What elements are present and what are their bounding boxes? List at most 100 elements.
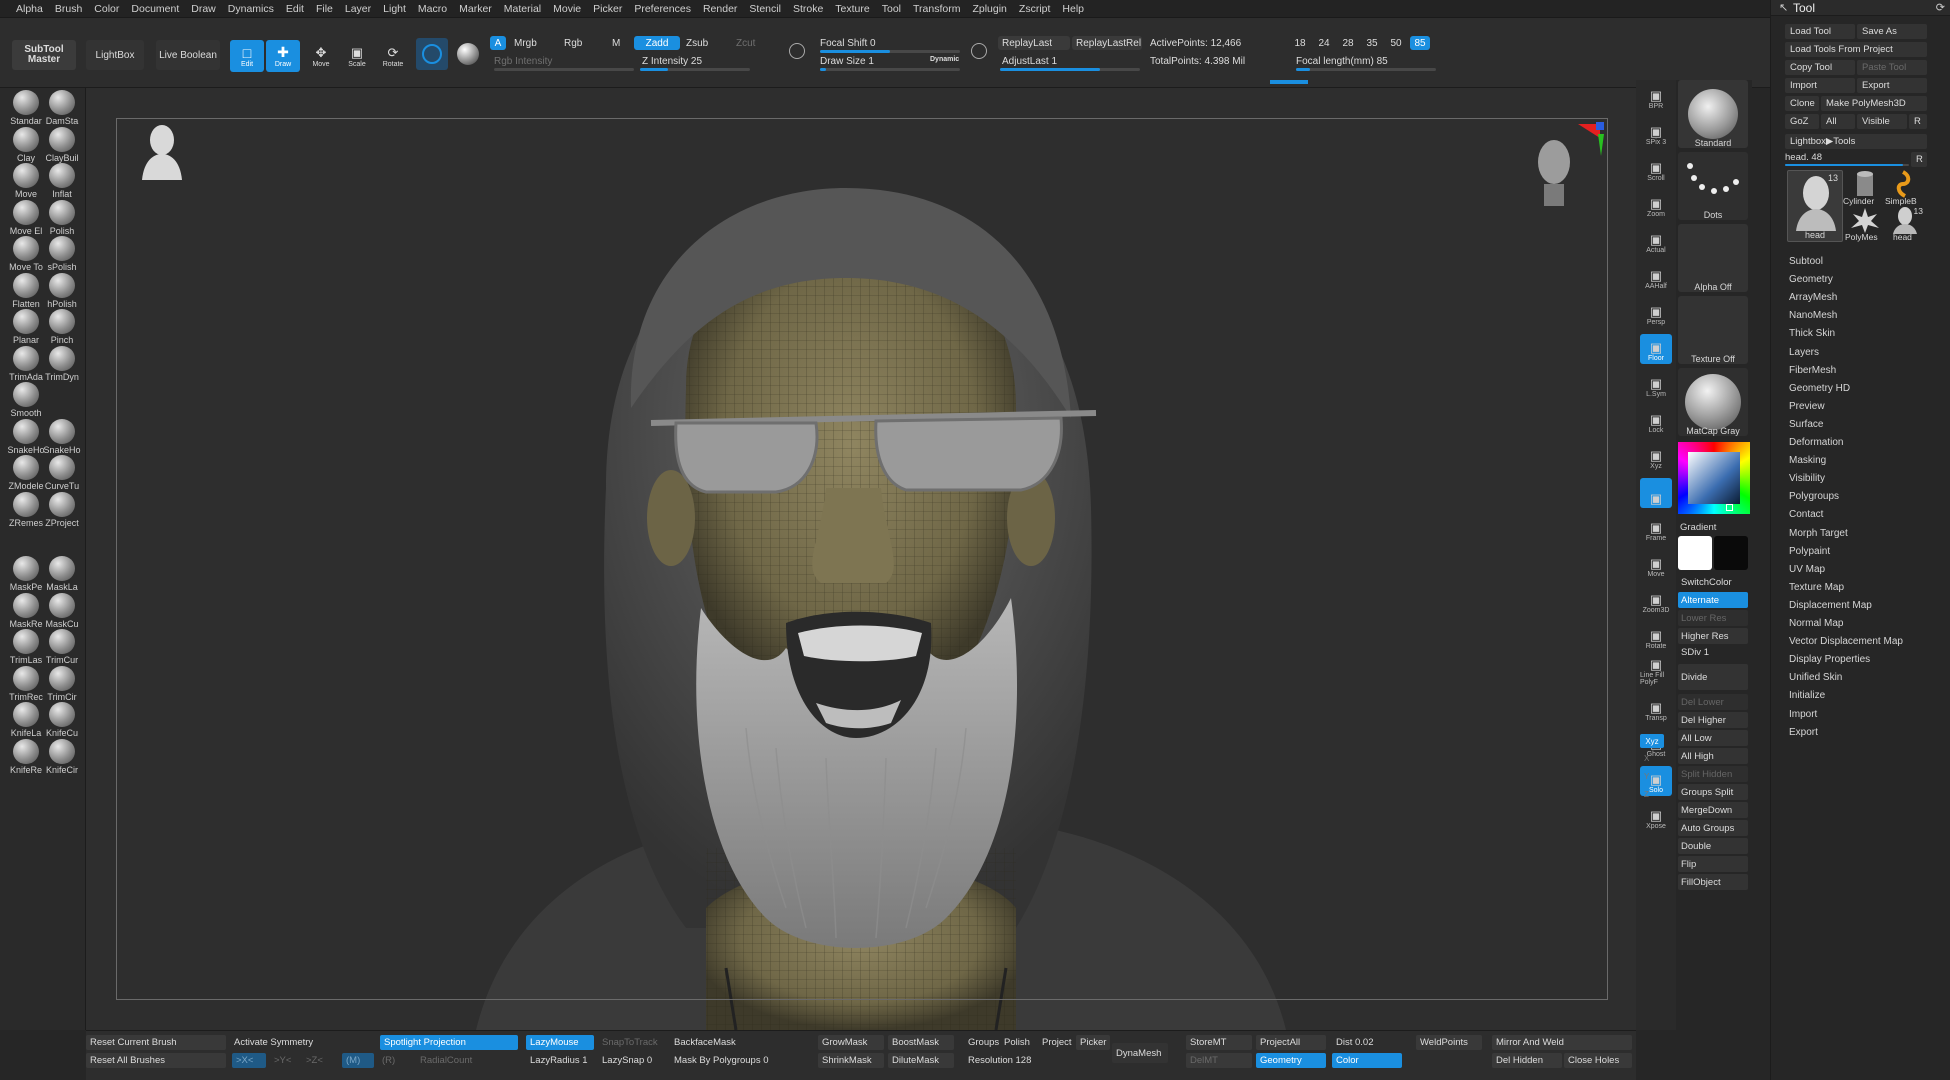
z-symmetry-toggle[interactable]: >Z< (302, 1053, 332, 1068)
tool-section-normal-map[interactable]: Normal Map (1789, 618, 1843, 629)
menu-item-zplugin[interactable]: Zplugin (966, 3, 1012, 15)
dilute-mask-button[interactable]: DiluteMask (888, 1053, 954, 1068)
brush-shape-button[interactable] (416, 38, 448, 70)
brush-move-el[interactable]: Move El (8, 199, 44, 236)
make-polymesh-button[interactable]: Make PolyMesh3D (1821, 96, 1927, 111)
grow-mask-button[interactable]: GrowMask (818, 1035, 884, 1050)
zcut-button[interactable]: Zcut (736, 38, 755, 49)
merge-down-button[interactable]: MergeDown (1678, 802, 1748, 818)
focal-preset-18[interactable]: 18 (1290, 36, 1310, 50)
xyz-toggle[interactable]: Xyz (1640, 734, 1664, 748)
radial-count-slider[interactable]: RadialCount (416, 1053, 496, 1068)
brush-hpolish[interactable]: hPolish (44, 272, 80, 309)
brush-standar[interactable]: Standar (8, 90, 44, 126)
mrgb-button[interactable]: Mrgb (514, 38, 537, 49)
brush-flatten[interactable]: Flatten (8, 272, 44, 309)
spotlight-projection-button[interactable]: Spotlight Projection (380, 1035, 518, 1050)
menu-item-render[interactable]: Render (697, 3, 743, 15)
material-sphere-button[interactable] (452, 38, 484, 70)
brush-damsta[interactable]: DamSta (44, 90, 80, 126)
adjust-last-slider[interactable]: AdjustLast 1 (1002, 56, 1057, 67)
resolution-slider[interactable]: Resolution 128 (964, 1053, 1064, 1068)
focal-length-slider[interactable]: Focal length(mm) 85 (1296, 56, 1388, 67)
shelf-button-aahalf[interactable]: ▣ AAHalf (1640, 262, 1672, 292)
sdiv-slider[interactable]: SDiv 1 (1678, 644, 1748, 660)
visible-button[interactable]: Visible (1857, 114, 1907, 129)
boost-mask-button[interactable]: BoostMask (888, 1035, 954, 1050)
focal-preset-28[interactable]: 28 (1338, 36, 1358, 50)
shelf-button-line-fill-polyf[interactable]: ▣ Line Fill PolyF (1640, 658, 1672, 688)
picker-button[interactable]: Picker (1076, 1035, 1110, 1050)
polish-toggle[interactable]: Polish (1000, 1035, 1036, 1050)
all-high-button[interactable]: All High (1678, 748, 1748, 764)
a-button[interactable]: A (490, 36, 506, 50)
live-boolean-button[interactable]: Live Boolean (156, 40, 220, 70)
edit-button[interactable]: □ Edit (230, 40, 264, 72)
tool-thumb-head[interactable]: 13 head (1787, 170, 1843, 242)
brush-knifecir[interactable]: KnifeCir (44, 738, 80, 775)
close-holes-button[interactable]: Close Holes (1564, 1053, 1632, 1068)
groups-toggle[interactable]: Groups (964, 1035, 1000, 1050)
menu-item-tool[interactable]: Tool (876, 3, 907, 15)
brush-pinch[interactable]: Pinch (44, 309, 80, 345)
goz-button[interactable]: GoZ (1785, 114, 1819, 129)
shelf-button-xyz[interactable]: ▣ Xyz (1640, 442, 1672, 472)
menu-item-color[interactable]: Color (88, 3, 125, 15)
brush-maskpe[interactable]: MaskPe (8, 556, 44, 592)
gradient-toggle[interactable]: Gradient (1680, 522, 1716, 533)
menu-item-document[interactable]: Document (125, 3, 185, 15)
tool-section-uv-map[interactable]: UV Map (1789, 564, 1825, 575)
tool-section-arraymesh[interactable]: ArrayMesh (1789, 292, 1837, 303)
reset-all-brushes-button[interactable]: Reset All Brushes (86, 1053, 226, 1068)
tool-section-preview[interactable]: Preview (1789, 401, 1825, 412)
brush-move[interactable]: Move (8, 163, 44, 199)
brush-smooth[interactable]: Smooth (8, 382, 44, 418)
brush-knifere[interactable]: KnifeRe (8, 738, 44, 775)
tool-section-contact[interactable]: Contact (1789, 509, 1823, 520)
project-all-button[interactable]: ProjectAll (1256, 1035, 1326, 1050)
all-low-button[interactable]: All Low (1678, 730, 1748, 746)
draw-button[interactable]: ✚ Draw (266, 40, 300, 72)
brush-trimada[interactable]: TrimAda (8, 345, 44, 382)
tool-section-geometry-hd[interactable]: Geometry HD (1789, 383, 1850, 394)
focal-length-track[interactable] (1296, 68, 1436, 71)
head-r-button[interactable]: R (1911, 152, 1927, 167)
menu-item-zscript[interactable]: Zscript (1013, 3, 1057, 15)
higher-res-button[interactable]: Higher Res (1678, 628, 1748, 644)
brush-planar[interactable]: Planar (8, 309, 44, 345)
navigation-head-icon[interactable] (1530, 116, 1610, 212)
zsub-button[interactable]: Zsub (686, 38, 708, 49)
m-button[interactable]: M (612, 38, 620, 49)
shelf-button-11[interactable]: ▣ (1640, 478, 1672, 508)
focal-shift-slider[interactable]: Focal Shift 0 (820, 38, 876, 49)
color-toggle[interactable]: Color (1332, 1053, 1402, 1068)
brush-knifela[interactable]: KnifeLa (8, 702, 44, 738)
menu-item-file[interactable]: File (310, 3, 339, 15)
menu-item-brush[interactable]: Brush (49, 3, 88, 15)
tool-section-surface[interactable]: Surface (1789, 419, 1823, 430)
menu-item-texture[interactable]: Texture (829, 3, 875, 15)
double-button[interactable]: Double (1678, 838, 1748, 854)
shelf-button-l-sym[interactable]: ▣ L.Sym (1640, 370, 1672, 400)
menu-item-edit[interactable]: Edit (280, 3, 310, 15)
menu-item-marker[interactable]: Marker (453, 3, 498, 15)
lazy-snap-slider[interactable]: LazySnap 0 (598, 1053, 662, 1068)
geometry-toggle[interactable]: Geometry (1256, 1053, 1326, 1068)
draw-size-track[interactable] (820, 68, 960, 71)
reset-current-brush-button[interactable]: Reset Current Brush (86, 1035, 226, 1050)
menu-item-light[interactable]: Light (377, 3, 412, 15)
copy-tool-button[interactable]: Copy Tool (1785, 60, 1855, 75)
tool-section-texture-map[interactable]: Texture Map (1789, 582, 1844, 593)
menu-item-stroke[interactable]: Stroke (787, 3, 829, 15)
divide-button[interactable]: Divide (1678, 664, 1748, 690)
groups-split-button[interactable]: Groups Split (1678, 784, 1748, 800)
brush-claybuil[interactable]: ClayBuil (44, 126, 80, 163)
shelf-button-transp[interactable]: ▣ Transp (1640, 694, 1672, 724)
focal-preset-24[interactable]: 24 (1314, 36, 1334, 50)
shelf-button-persp[interactable]: ▣ Persp (1640, 298, 1672, 328)
shrink-mask-button[interactable]: ShrinkMask (818, 1053, 884, 1068)
menu-item-transform[interactable]: Transform (907, 3, 966, 15)
tool-thumb-simplebrush[interactable]: SimpleB (1885, 170, 1925, 206)
replay-last-rel-button[interactable]: ReplayLastRel (1072, 36, 1142, 50)
tool-section-displacement-map[interactable]: Displacement Map (1789, 600, 1872, 611)
